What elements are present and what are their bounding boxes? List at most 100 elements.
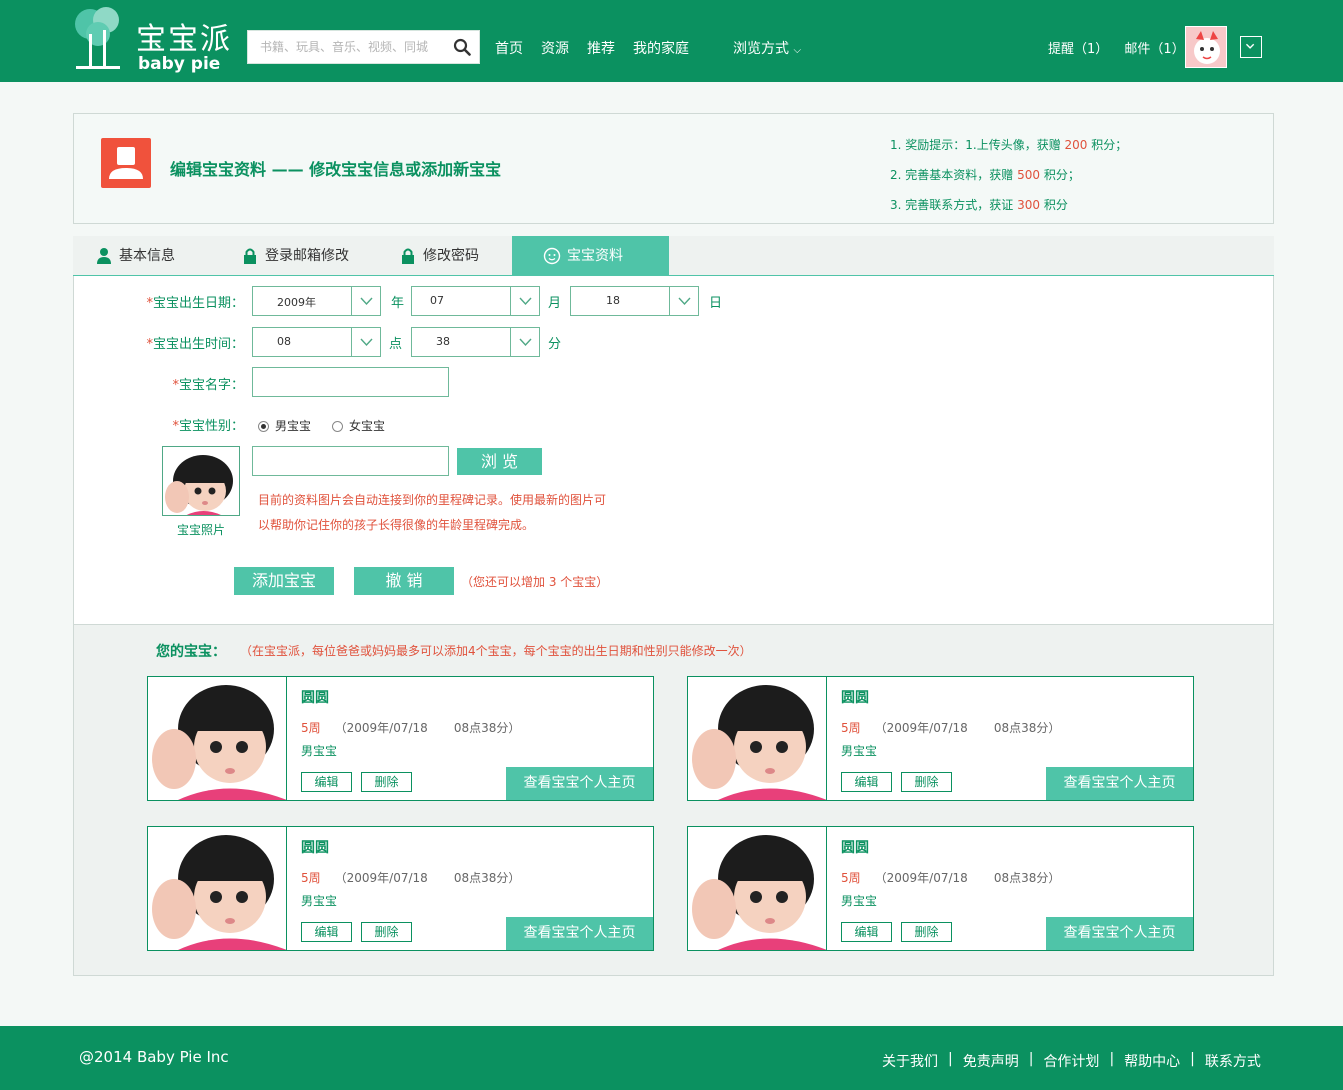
baby-photo-preview <box>162 446 240 516</box>
view-homepage-button[interactable]: 查看宝宝个人主页 <box>1046 917 1193 950</box>
month-unit: 月 <box>548 296 562 311</box>
view-homepage-button[interactable]: 查看宝宝个人主页 <box>506 917 653 950</box>
baby-name[interactable]: 圆圆 <box>301 837 329 857</box>
logo[interactable]: 宝宝派 baby pie <box>72 4 232 74</box>
tab-password[interactable]: 修改密码 <box>399 236 479 276</box>
account-dropdown[interactable] <box>1240 36 1262 58</box>
tab-baby-info[interactable]: 宝宝资料 <box>512 236 669 276</box>
tab-email[interactable]: 登录邮箱修改 <box>241 236 349 276</box>
edit-panel-header: 编辑宝宝资料 —— 修改宝宝信息或添加新宝宝 1. 奖励提示：1.上传头像，获赠… <box>73 113 1274 224</box>
view-homepage-button[interactable]: 查看宝宝个人主页 <box>1046 767 1193 800</box>
baby-name-input[interactable] <box>252 367 449 397</box>
cancel-button[interactable]: 撤 销 <box>354 567 454 595</box>
baby-sex: 男宝宝 <box>301 894 338 908</box>
baby-photo-image <box>163 447 239 515</box>
hour-select[interactable]: 08 <box>252 327 381 357</box>
footer-links: 关于我们 | 免责声明 | 合作计划 | 帮助中心 | 联系方式 <box>882 1051 1261 1071</box>
nav-recommend[interactable]: 推荐 <box>587 38 615 58</box>
baby-card-photo[interactable] <box>688 827 827 950</box>
user-avatar[interactable] <box>1185 26 1227 68</box>
browse-label: 浏览方式 <box>733 41 789 57</box>
photo-path-input[interactable] <box>252 446 449 476</box>
day-unit: 日 <box>709 296 723 311</box>
chevron-down-icon: ⌵ <box>793 45 802 56</box>
tab-basic-info[interactable]: 基本信息 <box>95 236 175 276</box>
footer-link-contact[interactable]: 联系方式 <box>1205 1051 1261 1071</box>
nav-browse-dropdown[interactable]: 浏览方式 ⌵ <box>733 38 801 58</box>
baby-card: 圆圆 5周 （2009年/07/18 08点38分） 男宝宝 编辑 删除 查看宝宝个人主页 <box>147 676 654 801</box>
page-title: 编辑宝宝资料 —— 修改宝宝信息或添加新宝宝 <box>170 160 502 179</box>
chevron-down-icon <box>351 287 380 315</box>
profile-tabs: 基本信息 登录邮箱修改 修改密码 宝宝资料 <box>73 236 1274 276</box>
mail-link[interactable]: 邮件（1） <box>1124 42 1184 57</box>
baby-photo-image <box>148 677 286 800</box>
chevron-down-icon <box>351 328 380 356</box>
add-baby-button[interactable]: 添加宝宝 <box>234 567 334 595</box>
baby-form: *宝宝出生日期： 2009年 年 07 月 18 日 *宝宝出生时间： 08 点… <box>73 276 1274 624</box>
footer-link-disclaimer[interactable]: 免责声明 <box>963 1051 1019 1071</box>
baby-card-photo[interactable] <box>148 827 287 950</box>
radio-unchecked-icon <box>332 421 343 432</box>
list-note: （在宝宝派，每位爸爸或妈妈最多可以添加4个宝宝，每个宝宝的出生日期和性别只能修改… <box>240 644 752 658</box>
search-icon[interactable] <box>453 38 471 56</box>
baby-card-photo[interactable] <box>688 677 827 800</box>
remind-link[interactable]: 提醒（1） <box>1048 42 1108 57</box>
search-input[interactable] <box>248 31 444 63</box>
baby-age: 5周 （2009年/07/18 08点38分） <box>841 721 1061 735</box>
day-select[interactable]: 18 <box>570 286 699 316</box>
minute-unit: 分 <box>548 337 562 352</box>
baby-name[interactable]: 圆圆 <box>841 837 869 857</box>
chevron-down-icon <box>669 287 698 315</box>
header-notifications: 提醒（1） 邮件（1） <box>1048 38 1197 57</box>
baby-age: 5周 （2009年/07/18 08点38分） <box>301 721 521 735</box>
delete-button[interactable]: 删除 <box>901 922 952 942</box>
user-profile-icon <box>101 138 151 188</box>
logo-cn: 宝宝派 <box>136 22 232 57</box>
lock-icon <box>244 248 256 264</box>
gender-male-radio[interactable]: 男宝宝 <box>258 417 311 434</box>
delete-button[interactable]: 删除 <box>361 922 412 942</box>
copyright: @2014 Baby Pie Inc <box>79 1048 229 1066</box>
edit-button[interactable]: 编辑 <box>841 772 892 792</box>
year-select[interactable]: 2009年 <box>252 286 381 316</box>
main-nav: 首页 资源 推荐 我的家庭 浏览方式 ⌵ <box>495 38 801 58</box>
nav-my-family[interactable]: 我的家庭 <box>633 38 689 58</box>
baby-name[interactable]: 圆圆 <box>841 687 869 707</box>
minute-select[interactable]: 38 <box>411 327 540 357</box>
baby-card: 圆圆 5周 （2009年/07/18 08点38分） 男宝宝 编辑 删除 查看宝宝个人主页 <box>687 676 1194 801</box>
gender-female-radio[interactable]: 女宝宝 <box>332 417 385 434</box>
chevron-down-icon <box>510 287 539 315</box>
logo-en: baby pie <box>138 54 221 74</box>
tip-item: 2. 完善基本资料，获赠 500 积分； <box>890 168 1080 182</box>
footer-separator: | <box>1109 1051 1115 1067</box>
chevron-down-icon <box>1245 43 1255 49</box>
view-homepage-button[interactable]: 查看宝宝个人主页 <box>506 767 653 800</box>
footer-link-about[interactable]: 关于我们 <box>882 1051 938 1071</box>
baby-card-photo[interactable] <box>148 677 287 800</box>
delete-button[interactable]: 删除 <box>901 772 952 792</box>
edit-button[interactable]: 编辑 <box>301 922 352 942</box>
footer-separator: | <box>948 1051 953 1067</box>
baby-face-icon <box>543 247 561 265</box>
person-icon <box>97 248 111 264</box>
birth-time-label: *宝宝出生时间： <box>146 337 244 352</box>
nav-resources[interactable]: 资源 <box>541 38 569 58</box>
top-header: 宝宝派 baby pie 首页 资源 推荐 我的家庭 浏览方式 ⌵ 提醒（1） … <box>0 0 1343 82</box>
baby-photo-image <box>688 677 826 800</box>
browse-button[interactable]: 浏 览 <box>457 448 542 475</box>
footer-link-partner[interactable]: 合作计划 <box>1043 1051 1099 1071</box>
edit-button[interactable]: 编辑 <box>301 772 352 792</box>
baby-card: 圆圆 5周 （2009年/07/18 08点38分） 男宝宝 编辑 删除 查看宝宝个人主页 <box>147 826 654 951</box>
delete-button[interactable]: 删除 <box>361 772 412 792</box>
baby-photo-image <box>688 827 826 950</box>
gender-label: *宝宝性别： <box>172 419 244 434</box>
month-select[interactable]: 07 <box>411 286 540 316</box>
tree-logo-icon <box>75 7 120 69</box>
edit-button[interactable]: 编辑 <box>841 922 892 942</box>
baby-card: 圆圆 5周 （2009年/07/18 08点38分） 男宝宝 编辑 删除 查看宝宝个人主页 <box>687 826 1194 951</box>
footer-separator: | <box>1190 1051 1195 1067</box>
baby-name[interactable]: 圆圆 <box>301 687 329 707</box>
remaining-count: （您还可以增加 3 个宝宝） <box>461 575 609 589</box>
footer-link-help[interactable]: 帮助中心 <box>1124 1051 1180 1071</box>
nav-home[interactable]: 首页 <box>495 38 523 58</box>
